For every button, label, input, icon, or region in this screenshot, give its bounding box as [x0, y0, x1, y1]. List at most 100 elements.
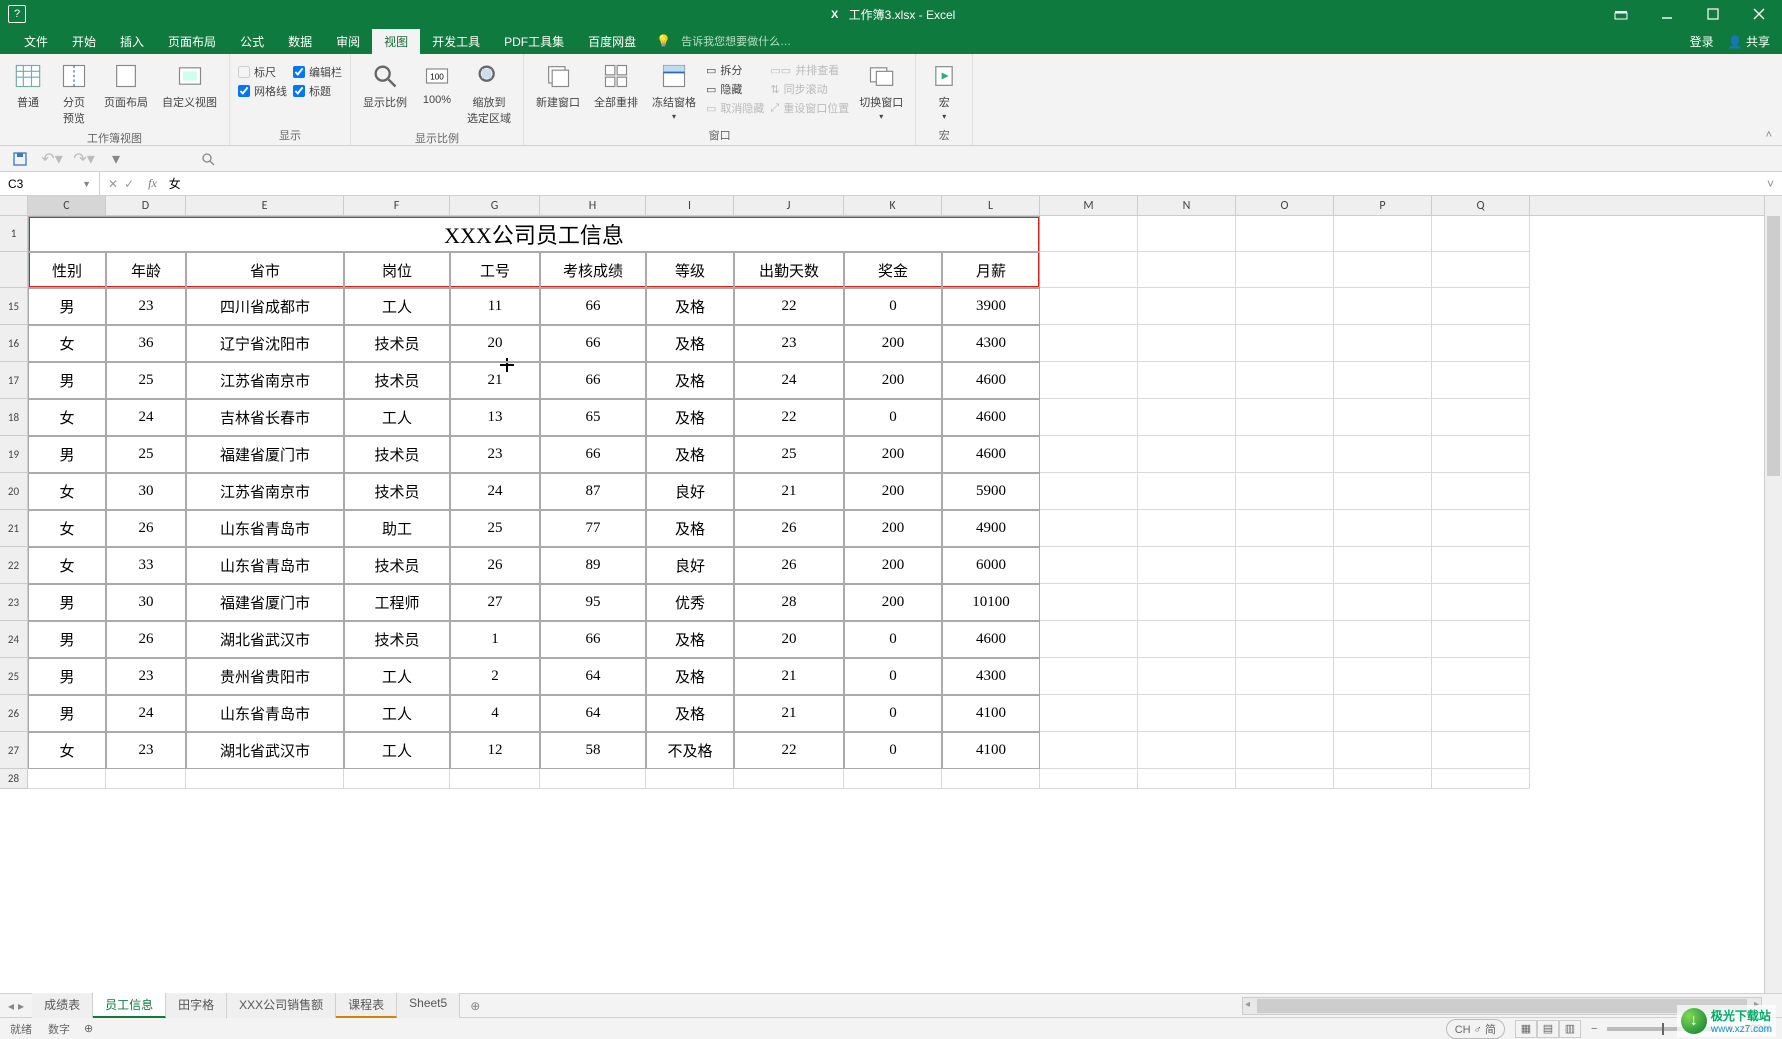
cell[interactable] — [1040, 658, 1138, 695]
hide-button[interactable]: ▭ 隐藏 — [706, 81, 764, 97]
table-cell[interactable]: 技术员 — [344, 473, 450, 510]
cell[interactable] — [1040, 584, 1138, 621]
table-cell[interactable]: 23 — [450, 436, 540, 473]
table-cell[interactable]: 技术员 — [344, 547, 450, 584]
cell[interactable] — [1334, 658, 1432, 695]
col-header-L[interactable]: L — [942, 196, 1040, 215]
table-cell[interactable]: 33 — [106, 547, 186, 584]
table-cell[interactable]: 工人 — [344, 732, 450, 769]
cell[interactable] — [1334, 252, 1432, 288]
tab-pagelayout[interactable]: 页面布局 — [156, 29, 228, 54]
col-header-I[interactable]: I — [646, 196, 734, 215]
table-cell[interactable]: 26 — [106, 510, 186, 547]
table-cell[interactable]: 26 — [734, 547, 844, 584]
cell[interactable] — [1236, 510, 1334, 547]
tab-file[interactable]: 文件 — [12, 29, 60, 54]
table-cell[interactable]: 女 — [28, 510, 106, 547]
cell[interactable] — [1138, 769, 1236, 789]
table-cell[interactable]: 11 — [450, 288, 540, 325]
table-cell[interactable]: 21 — [450, 362, 540, 399]
table-cell[interactable]: 助工 — [344, 510, 450, 547]
cell[interactable] — [1432, 252, 1530, 288]
col-header-F[interactable]: F — [344, 196, 450, 215]
row-header[interactable]: 20 — [0, 473, 28, 510]
col-header-N[interactable]: N — [1138, 196, 1236, 215]
cell[interactable] — [1236, 436, 1334, 473]
table-cell[interactable]: 湖北省武汉市 — [186, 621, 344, 658]
tab-nav-next-icon[interactable]: ▸ — [18, 999, 24, 1013]
arrange-all-button[interactable]: 全部重排 — [590, 58, 642, 112]
row-header[interactable]: 17 — [0, 362, 28, 399]
table-cell[interactable]: 及格 — [646, 621, 734, 658]
cancel-formula-icon[interactable]: ✕ — [108, 177, 118, 191]
cell[interactable] — [1236, 695, 1334, 732]
split-button[interactable]: ▭ 拆分 — [706, 62, 764, 78]
cell[interactable] — [1334, 547, 1432, 584]
table-cell[interactable]: 女 — [28, 547, 106, 584]
table-cell[interactable]: 200 — [844, 362, 942, 399]
table-cell[interactable]: 23 — [106, 288, 186, 325]
share-button[interactable]: 👤 共享 — [1728, 33, 1770, 50]
cell[interactable] — [1138, 399, 1236, 436]
table-cell[interactable]: 及格 — [646, 362, 734, 399]
cell[interactable] — [1432, 658, 1530, 695]
table-cell[interactable]: 66 — [540, 436, 646, 473]
table-cell[interactable]: 0 — [844, 399, 942, 436]
table-cell[interactable]: 技术员 — [344, 325, 450, 362]
row-header[interactable]: 22 — [0, 547, 28, 584]
table-cell[interactable]: 66 — [540, 325, 646, 362]
vertical-scrollbar[interactable] — [1764, 196, 1782, 993]
table-title[interactable]: XXX公司员工信息 — [28, 216, 1040, 252]
cell[interactable] — [1040, 473, 1138, 510]
new-sheet-button[interactable]: ⊕ — [460, 999, 490, 1013]
switch-window-button[interactable]: 切换窗口▾ — [855, 58, 907, 123]
table-cell[interactable]: 200 — [844, 325, 942, 362]
cell[interactable] — [1236, 325, 1334, 362]
cell[interactable] — [1236, 658, 1334, 695]
col-header-O[interactable]: O — [1236, 196, 1334, 215]
cell[interactable] — [1138, 621, 1236, 658]
pagebreak-view-icon[interactable]: ▥ — [1559, 1020, 1581, 1038]
cell[interactable] — [1138, 695, 1236, 732]
cell[interactable] — [1334, 473, 1432, 510]
cell[interactable] — [1236, 288, 1334, 325]
table-cell[interactable]: 技术员 — [344, 621, 450, 658]
table-cell[interactable]: 0 — [844, 621, 942, 658]
cell[interactable] — [1236, 732, 1334, 769]
table-cell[interactable]: 山东省青岛市 — [186, 547, 344, 584]
table-cell[interactable]: 27 — [450, 584, 540, 621]
table-cell[interactable]: 4300 — [942, 325, 1040, 362]
table-cell[interactable]: 湖北省武汉市 — [186, 732, 344, 769]
enter-formula-icon[interactable]: ✓ — [124, 177, 134, 191]
table-cell[interactable]: 21 — [734, 473, 844, 510]
cell[interactable] — [540, 769, 646, 789]
table-cell[interactable]: 22 — [734, 732, 844, 769]
cell[interactable] — [1040, 769, 1138, 789]
col-header-C[interactable]: C — [28, 196, 106, 215]
table-cell[interactable]: 28 — [734, 584, 844, 621]
tab-pdf[interactable]: PDF工具集 — [492, 29, 576, 54]
cell[interactable] — [1040, 621, 1138, 658]
table-cell[interactable]: 良好 — [646, 547, 734, 584]
name-box[interactable]: C3▼ — [0, 172, 100, 195]
table-cell[interactable]: 26 — [450, 547, 540, 584]
table-cell[interactable]: 及格 — [646, 695, 734, 732]
cell[interactable] — [1236, 584, 1334, 621]
tab-view[interactable]: 视图 — [372, 29, 420, 54]
table-cell[interactable]: 不及格 — [646, 732, 734, 769]
table-cell[interactable]: 200 — [844, 547, 942, 584]
col-header-H[interactable]: H — [540, 196, 646, 215]
table-header[interactable]: 月薪 — [942, 252, 1040, 288]
table-cell[interactable]: 64 — [540, 695, 646, 732]
row-header[interactable]: 28 — [0, 769, 28, 789]
row-header[interactable]: 18 — [0, 399, 28, 436]
cell[interactable] — [1432, 695, 1530, 732]
table-cell[interactable]: 福建省厦门市 — [186, 436, 344, 473]
new-window-button[interactable]: 新建窗口 — [532, 58, 584, 112]
table-cell[interactable]: 87 — [540, 473, 646, 510]
search-icon[interactable] — [198, 149, 218, 169]
cell[interactable] — [1334, 399, 1432, 436]
pagebreak-preview-button[interactable]: 分页 预览 — [54, 58, 94, 128]
freeze-panes-button[interactable]: 冻结窗格▾ — [648, 58, 700, 123]
cell[interactable] — [1432, 473, 1530, 510]
